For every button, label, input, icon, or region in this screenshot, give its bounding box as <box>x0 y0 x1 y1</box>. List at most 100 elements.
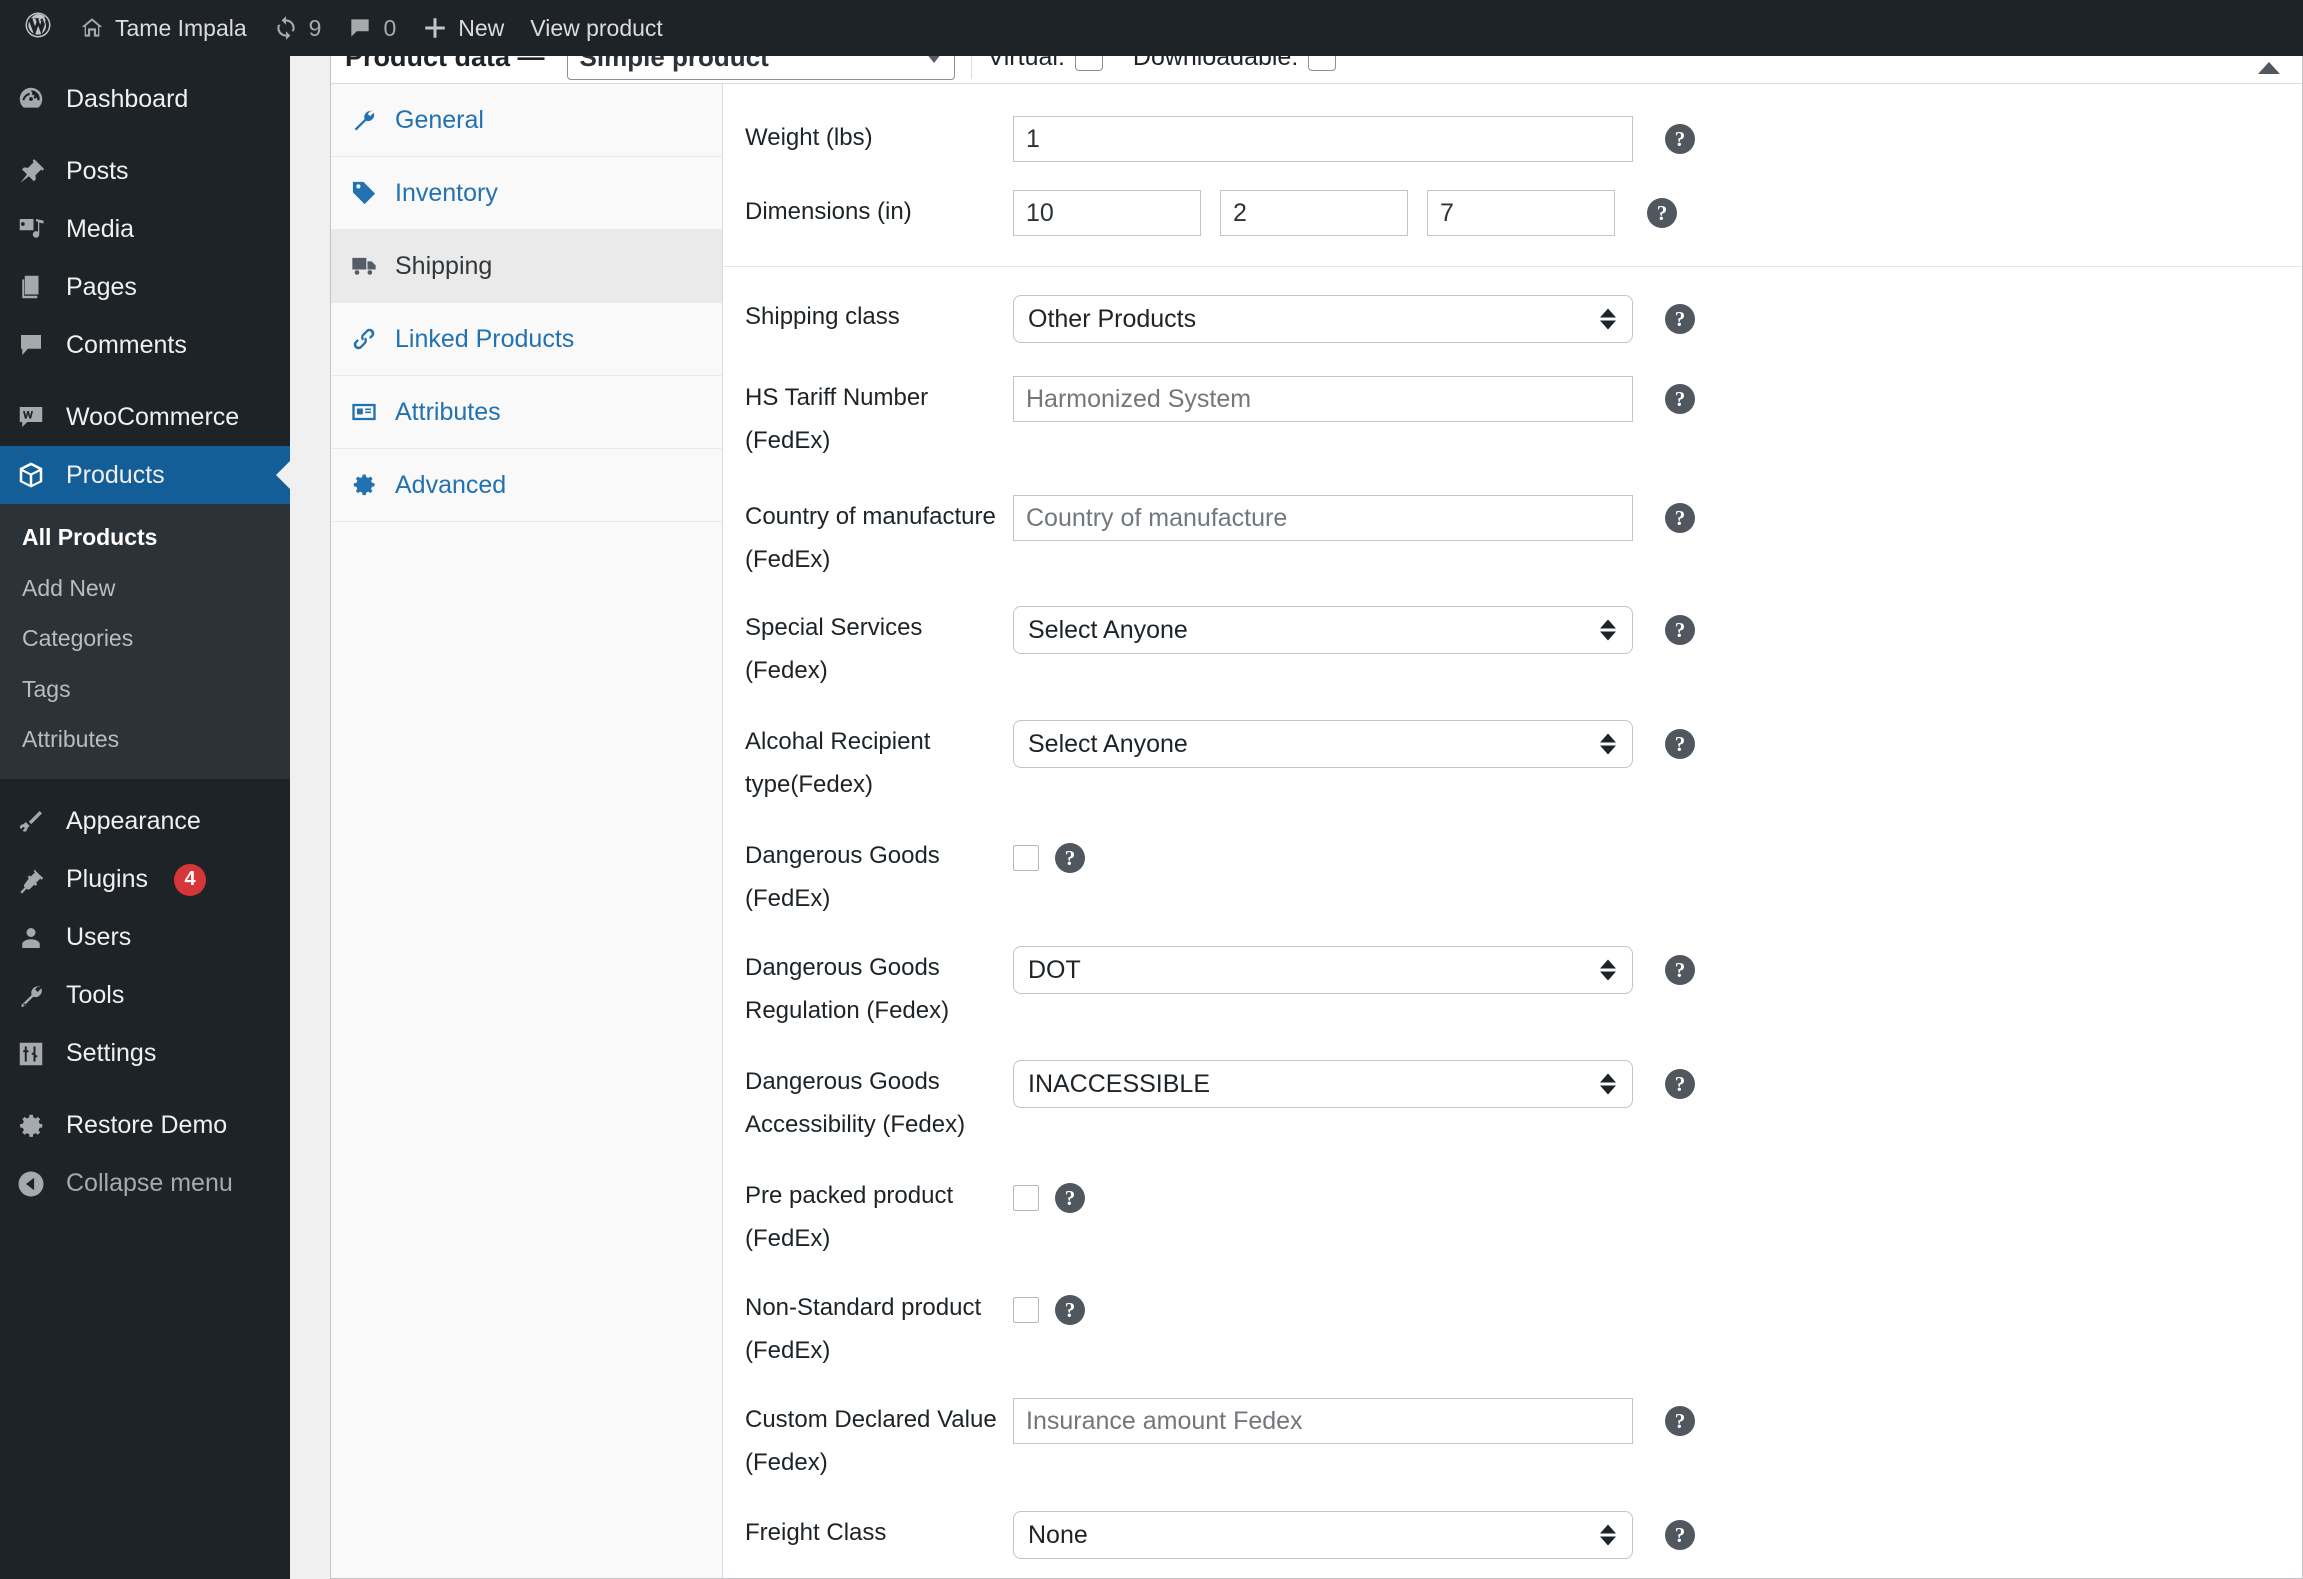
weight-input[interactable] <box>1013 116 1633 162</box>
help-icon[interactable]: ? <box>1665 124 1695 154</box>
wrench-icon <box>14 979 48 1013</box>
dimension-width-input[interactable] <box>1220 190 1408 236</box>
freight-class-select[interactable]: None <box>1013 1511 1633 1559</box>
virtual-checkbox[interactable] <box>1074 56 1103 71</box>
help-icon[interactable]: ? <box>1665 384 1695 414</box>
dangerous-goods-accessibility-select[interactable]: INACCESSIBLE <box>1013 1060 1633 1108</box>
chevron-down-icon <box>925 56 942 63</box>
help-icon[interactable]: ? <box>1665 955 1695 985</box>
help-icon[interactable]: ? <box>1665 729 1695 759</box>
sidebar-item-tools[interactable]: Tools <box>0 967 290 1025</box>
dangerous-goods-field: Dangerous Goods (FedEx) ? <box>723 834 2302 920</box>
alcohol-recipient-type-select[interactable]: Select Anyone <box>1013 720 1633 768</box>
chevron-up-icon[interactable] <box>2258 62 2280 74</box>
sidebar-item-dashboard[interactable]: Dashboard <box>0 70 290 128</box>
sidebar-item-categories[interactable]: Categories <box>0 613 290 664</box>
help-icon[interactable]: ? <box>1665 1520 1695 1550</box>
tab-attributes[interactable]: Attributes <box>331 376 722 449</box>
tab-linked-products[interactable]: Linked Products <box>331 303 722 376</box>
sidebar-item-restore-demo[interactable]: Restore Demo <box>0 1097 290 1155</box>
paintbrush-icon <box>14 805 48 839</box>
help-icon[interactable]: ? <box>1665 503 1695 533</box>
shipping-class-label: Shipping class <box>745 303 900 330</box>
help-icon[interactable]: ? <box>1665 615 1695 645</box>
non-standard-product-checkbox[interactable] <box>1013 1297 1039 1323</box>
sidebar-item-users[interactable]: Users <box>0 909 290 967</box>
tab-general[interactable]: General <box>331 84 722 157</box>
tab-shipping[interactable]: Shipping <box>331 230 722 303</box>
sidebar-item-posts[interactable]: Posts <box>0 142 290 200</box>
menu-spacer-top <box>0 56 290 70</box>
label-line-2: (FedEx) <box>745 1337 831 1364</box>
dimension-height-input[interactable] <box>1427 190 1615 236</box>
sidebar-item-woocommerce[interactable]: WooCommerce <box>0 388 290 446</box>
sidebar-item-add-new[interactable]: Add New <box>0 563 290 614</box>
downloadable-checkbox-wrap[interactable]: Downloadable: <box>1133 56 1337 72</box>
help-icon[interactable]: ? <box>1665 1069 1695 1099</box>
help-icon[interactable]: ? <box>1665 1406 1695 1436</box>
dangerous-goods-regulation-label: Dangerous Goods Regulation (Fedex) <box>745 946 1013 1032</box>
view-product-link[interactable]: View product <box>517 0 676 56</box>
sidebar-item-product-attributes[interactable]: Attributes <box>0 714 290 765</box>
sidebar-item-collapse-menu[interactable]: Collapse menu <box>0 1155 290 1213</box>
pre-packed-product-label: Pre packed product (FedEx) <box>745 1174 1013 1260</box>
hs-tariff-input[interactable] <box>1013 376 1633 422</box>
custom-declared-value-input[interactable] <box>1013 1398 1633 1444</box>
view-product-label: View product <box>530 14 663 41</box>
product-type-select[interactable]: Simple product <box>566 56 955 80</box>
tag-icon <box>349 178 379 208</box>
id-card-icon <box>349 397 379 427</box>
dimension-length-input[interactable] <box>1013 190 1201 236</box>
label-line-2: Regulation (Fedex) <box>745 997 950 1024</box>
sidebar-item-appearance[interactable]: Appearance <box>0 793 290 851</box>
special-services-select[interactable]: Select Anyone <box>1013 606 1633 654</box>
virtual-checkbox-wrap[interactable]: Virtual: <box>988 56 1103 72</box>
sidebar-item-label: Appearance <box>66 807 201 835</box>
dangerous-goods-regulation-value: DOT <box>1028 955 1081 984</box>
sidebar-item-media[interactable]: Media <box>0 200 290 258</box>
pre-packed-product-checkbox[interactable] <box>1013 1185 1039 1211</box>
help-icon[interactable]: ? <box>1055 1295 1085 1325</box>
sidebar-item-tags[interactable]: Tags <box>0 664 290 715</box>
sidebar-item-settings[interactable]: Settings <box>0 1025 290 1083</box>
country-of-manufacture-input[interactable] <box>1013 495 1633 541</box>
gear-icon <box>349 470 379 500</box>
help-icon[interactable]: ? <box>1055 843 1085 873</box>
updates-button[interactable]: 9 <box>260 0 335 56</box>
sidebar-item-products[interactable]: Products <box>0 446 290 504</box>
label-line-1: Alcohal Recipient <box>745 728 931 755</box>
comment-bubble-icon <box>347 15 373 41</box>
sidebar-item-comments[interactable]: Comments <box>0 316 290 374</box>
product-type-value: Simple product <box>579 56 769 72</box>
site-name-menu[interactable]: Tame Impala <box>66 0 260 56</box>
sidebar-item-all-products[interactable]: All Products <box>0 512 290 563</box>
tab-label: Advanced <box>395 470 507 499</box>
label-line-2: (FedEx) <box>745 1225 831 1252</box>
new-content-label: New <box>458 14 505 41</box>
label-line-2: Accessibility (Fedex) <box>745 1111 966 1138</box>
help-icon[interactable]: ? <box>1055 1183 1085 1213</box>
dangerous-goods-checkbox[interactable] <box>1013 845 1039 871</box>
sidebar-item-label: Plugins <box>66 865 148 893</box>
help-icon[interactable]: ? <box>1647 198 1677 228</box>
tab-label: General <box>395 105 484 134</box>
comments-button[interactable]: 0 <box>334 0 409 56</box>
tab-inventory[interactable]: Inventory <box>331 157 722 230</box>
plus-icon <box>422 15 448 41</box>
product-data-header: Product data — Simple product Virtual: D… <box>331 56 2302 84</box>
downloadable-checkbox[interactable] <box>1308 56 1337 71</box>
pages-icon <box>14 270 48 304</box>
sidebar-item-plugins[interactable]: Plugins 4 <box>0 851 290 909</box>
tab-advanced[interactable]: Advanced <box>331 449 722 522</box>
new-content-button[interactable]: New <box>409 0 517 56</box>
dangerous-goods-regulation-select[interactable]: DOT <box>1013 946 1633 994</box>
alcohol-recipient-type-label: Alcohal Recipient type(Fedex) <box>745 720 1013 806</box>
sidebar-item-pages[interactable]: Pages <box>0 258 290 316</box>
dangerous-goods-accessibility-field: Dangerous Goods Accessibility (Fedex) IN… <box>723 1060 2302 1146</box>
wordpress-logo-icon <box>23 10 53 46</box>
shipping-class-select[interactable]: Other Products <box>1013 295 1633 343</box>
wordpress-logo-button[interactable] <box>10 0 66 56</box>
freight-class-field: Freight Class None ? <box>723 1511 2302 1559</box>
virtual-label: Virtual: <box>987 56 1065 71</box>
help-icon[interactable]: ? <box>1665 304 1695 334</box>
